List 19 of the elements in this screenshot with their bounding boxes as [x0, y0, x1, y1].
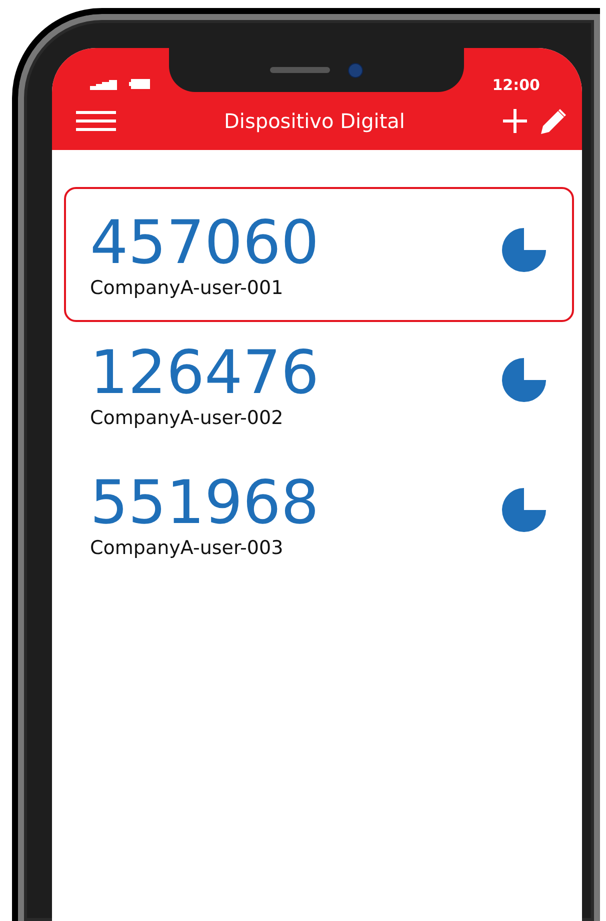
- menu-icon[interactable]: [76, 111, 116, 131]
- token-code: 551968: [90, 470, 320, 534]
- account-name: CompanyA-user-002: [90, 406, 284, 428]
- account-name: CompanyA-user-003: [90, 536, 284, 558]
- token-card[interactable]: 457060 CompanyA-user-001: [64, 187, 574, 322]
- plus-icon[interactable]: [503, 109, 527, 133]
- app-title: Dispositivo Digital: [223, 109, 406, 133]
- battery-icon: [129, 79, 150, 89]
- speaker-grille: [270, 67, 330, 73]
- token-code: 126476: [90, 340, 320, 404]
- account-name: CompanyA-user-001: [90, 276, 284, 298]
- status-time: 12:00: [492, 76, 540, 94]
- signal-icon: [90, 78, 117, 90]
- camera-lens: [348, 62, 363, 78]
- pie-timer-icon: [502, 228, 546, 272]
- pencil-icon[interactable]: [541, 108, 566, 134]
- pie-timer-icon: [502, 488, 546, 532]
- token-code: 457060: [90, 210, 320, 274]
- pie-timer-icon: [502, 358, 546, 402]
